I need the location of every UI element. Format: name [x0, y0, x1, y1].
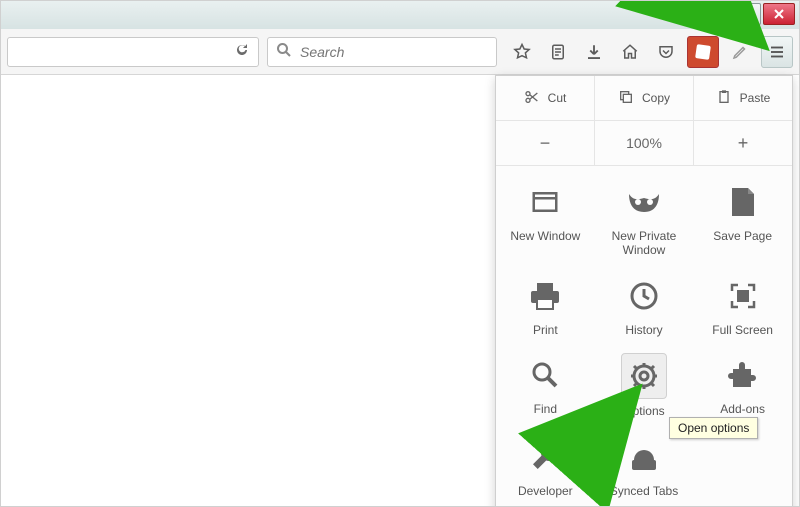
wrench-icon	[523, 435, 567, 479]
synced-tabs-icon	[622, 435, 666, 479]
menu-label: Synced Tabs	[610, 485, 679, 499]
cut-label: Cut	[548, 91, 567, 105]
menu-label: New Window	[510, 230, 580, 244]
page-icon	[721, 180, 765, 224]
menu-label: Find	[534, 403, 557, 417]
menu-label: Options	[623, 405, 664, 419]
reading-list-icon[interactable]	[543, 37, 573, 67]
gear-icon	[621, 353, 667, 399]
plus-icon: +	[738, 133, 749, 154]
menu-label: History	[625, 324, 662, 338]
menu-synced-tabs[interactable]: Synced Tabs	[595, 429, 694, 507]
menu-label: Print	[533, 324, 558, 338]
mask-icon	[622, 180, 666, 224]
main-menu-panel: Cut Copy Paste − 100% + New Window Ne	[495, 75, 793, 507]
fullscreen-icon	[721, 274, 765, 318]
edit-icon[interactable]	[725, 37, 755, 67]
bookmark-star-icon[interactable]	[507, 37, 537, 67]
reload-icon[interactable]	[234, 42, 250, 61]
menu-label: Developer	[518, 485, 573, 499]
search-bar[interactable]	[267, 37, 497, 67]
window-icon	[523, 180, 567, 224]
url-bar[interactable]	[7, 37, 259, 67]
printer-icon	[523, 274, 567, 318]
hamburger-menu-button[interactable]	[761, 36, 793, 68]
extension-icon	[695, 44, 711, 60]
menu-developer[interactable]: Developer	[496, 429, 595, 507]
home-icon[interactable]	[615, 37, 645, 67]
browser-toolbar	[1, 29, 799, 75]
menu-label: New Private Window	[599, 230, 690, 258]
menu-empty-slot	[693, 429, 792, 507]
menu-label: Full Screen	[712, 324, 773, 338]
magnifier-icon	[523, 353, 567, 397]
menu-label: Add-ons	[720, 403, 765, 417]
clock-icon	[622, 274, 666, 318]
downloads-icon[interactable]	[579, 37, 609, 67]
window-minimize-button[interactable]	[695, 3, 727, 25]
menu-new-private-window[interactable]: New Private Window	[595, 174, 694, 268]
menu-print[interactable]: Print	[496, 268, 595, 348]
menu-save-page[interactable]: Save Page	[693, 174, 792, 268]
menu-full-screen[interactable]: Full Screen	[693, 268, 792, 348]
window-maximize-button[interactable]	[729, 3, 761, 25]
pocket-icon[interactable]	[651, 37, 681, 67]
minus-icon: −	[540, 133, 551, 154]
menu-find[interactable]: Find	[496, 347, 595, 429]
zoom-level[interactable]: 100%	[594, 121, 693, 165]
copy-icon	[618, 89, 634, 108]
copy-button[interactable]: Copy	[594, 76, 693, 120]
window-titlebar	[1, 1, 799, 30]
zoom-out-button[interactable]: −	[496, 121, 594, 165]
cut-button[interactable]: Cut	[496, 76, 594, 120]
zoom-in-button[interactable]: +	[693, 121, 792, 165]
scissors-icon	[524, 89, 540, 108]
paste-button[interactable]: Paste	[693, 76, 792, 120]
copy-label: Copy	[642, 91, 670, 105]
clipboard-icon	[716, 89, 732, 108]
menu-history[interactable]: History	[595, 268, 694, 348]
paste-label: Paste	[740, 91, 771, 105]
menu-new-window[interactable]: New Window	[496, 174, 595, 268]
window-close-button[interactable]	[763, 3, 795, 25]
menu-label: Save Page	[713, 230, 772, 244]
search-icon	[276, 42, 292, 61]
search-input[interactable]	[298, 43, 488, 61]
extension-button[interactable]	[687, 36, 719, 68]
puzzle-icon	[721, 353, 765, 397]
tooltip: Open options	[669, 417, 758, 439]
